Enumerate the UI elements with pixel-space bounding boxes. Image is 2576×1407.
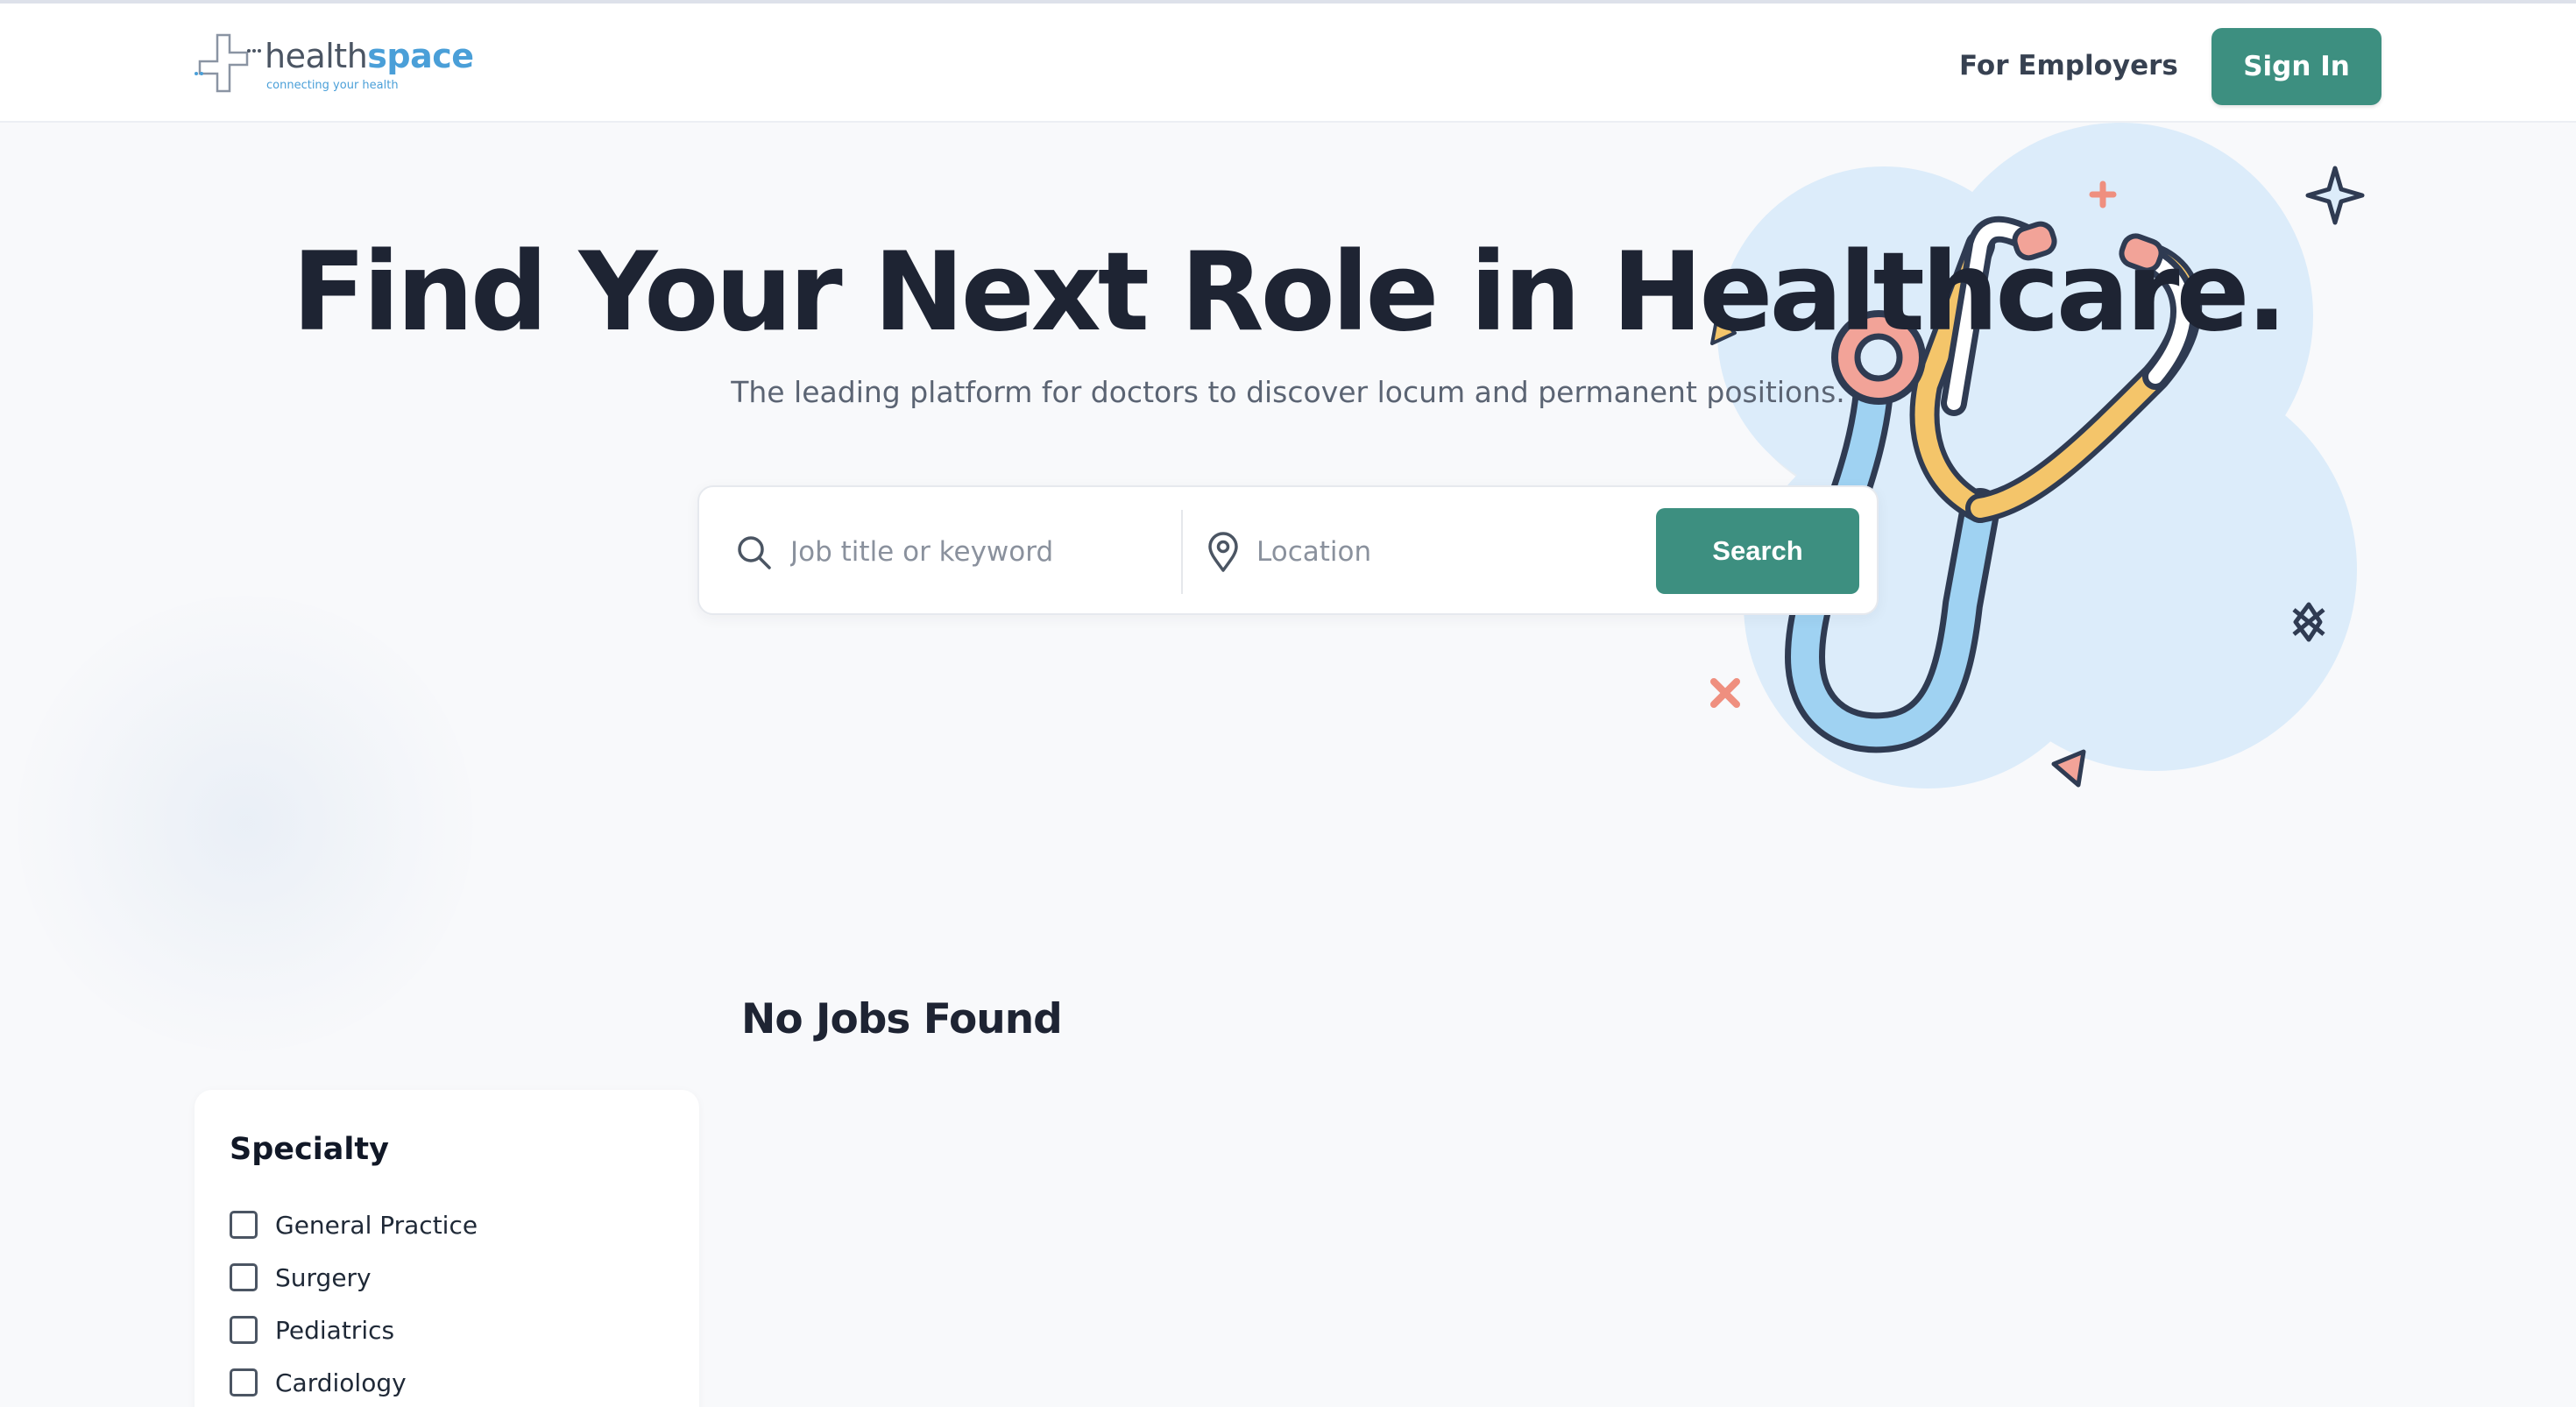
filter-option-label: General Practice bbox=[275, 1210, 478, 1240]
results-heading: No Jobs Found bbox=[741, 995, 1063, 1043]
filter-option-general-practice[interactable]: General Practice bbox=[230, 1198, 478, 1251]
filter-option-pediatrics[interactable]: Pediatrics bbox=[230, 1304, 478, 1356]
specialty-filter-title: Specialty bbox=[230, 1132, 389, 1167]
filter-option-label: Surgery bbox=[275, 1262, 372, 1292]
search-button[interactable]: Search bbox=[1656, 508, 1859, 594]
filter-option-label: Cardiology bbox=[275, 1368, 407, 1397]
job-search-bar: Search bbox=[697, 485, 1879, 615]
sign-in-button[interactable]: Sign In bbox=[2212, 28, 2381, 105]
for-employers-link[interactable]: For Employers bbox=[1959, 44, 2178, 88]
hero-title: Find Your Next Role in Healthcare. bbox=[292, 230, 2287, 356]
checkbox[interactable] bbox=[230, 1368, 258, 1396]
site-header: healthspace connecting your health For E… bbox=[0, 4, 2576, 123]
checkbox[interactable] bbox=[230, 1211, 258, 1239]
location-search-input[interactable] bbox=[1256, 519, 1624, 585]
hero-subtitle: The leading platform for doctors to disc… bbox=[731, 375, 1845, 409]
specialty-filter-card: Specialty General Practice Surgery Pedia… bbox=[195, 1090, 699, 1407]
checkbox[interactable] bbox=[230, 1316, 258, 1344]
background-blob bbox=[18, 596, 473, 1051]
location-pin-icon bbox=[1208, 532, 1238, 572]
cross-logo-icon bbox=[195, 33, 261, 93]
checkbox[interactable] bbox=[230, 1263, 258, 1291]
search-divider bbox=[1181, 510, 1183, 594]
keyword-search-input[interactable] bbox=[790, 519, 1158, 585]
logo-tagline: connecting your health bbox=[266, 79, 399, 92]
logo-wordmark: healthspace bbox=[265, 37, 474, 75]
search-icon bbox=[738, 536, 771, 569]
filter-option-cardiology[interactable]: Cardiology bbox=[230, 1356, 478, 1407]
filter-option-surgery[interactable]: Surgery bbox=[230, 1251, 478, 1304]
stethoscope-illustration bbox=[1710, 123, 2365, 788]
specialty-filter-list: General Practice Surgery Pediatrics Card… bbox=[230, 1198, 478, 1407]
filter-option-label: Pediatrics bbox=[275, 1315, 395, 1345]
logo[interactable]: healthspace connecting your health bbox=[195, 30, 474, 100]
